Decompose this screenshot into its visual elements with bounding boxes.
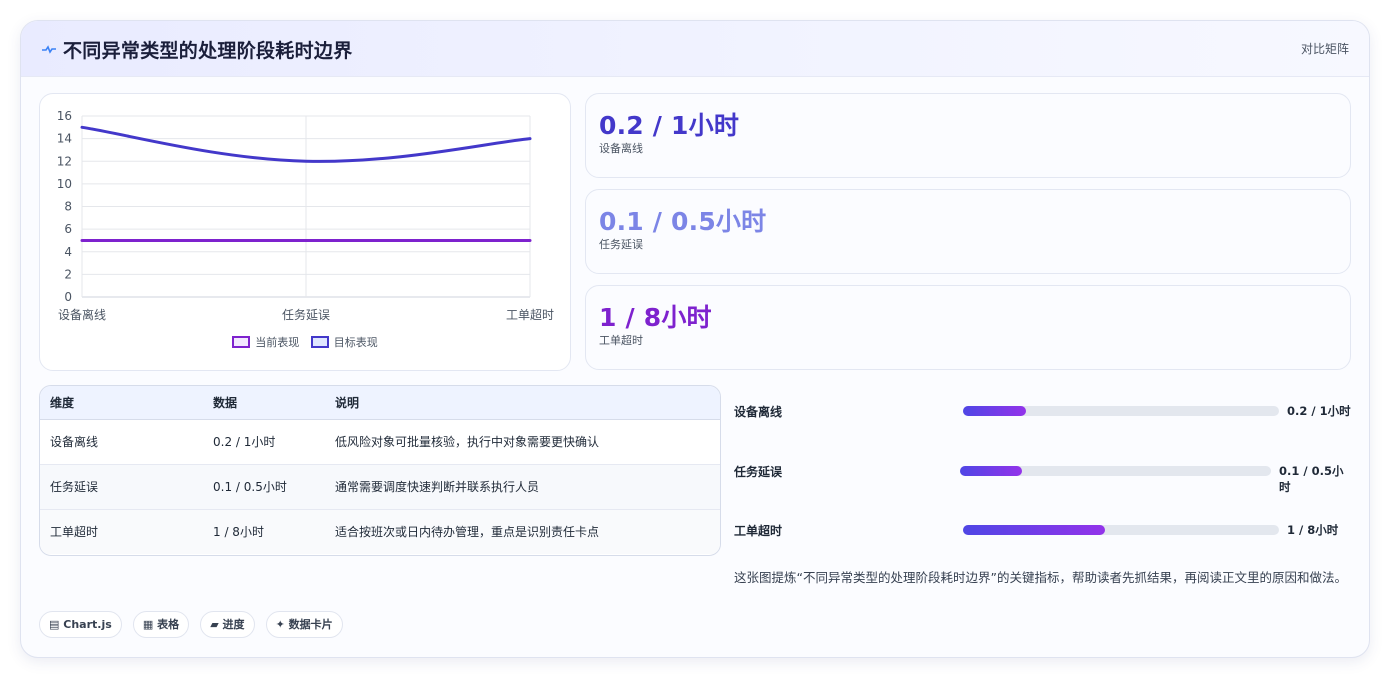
legend-label-current: 当前表现 (255, 336, 300, 349)
table-cell: 适合按班次或日内待办管理，重点是识别责任卡点 (325, 509, 720, 554)
progress-fill (960, 466, 1023, 476)
stat-label: 工单超时 (599, 334, 643, 347)
pulse-icon (42, 45, 56, 54)
progress-icon: ▰ (210, 618, 219, 631)
legend-swatch-target (310, 336, 329, 348)
stat-card-device-offline: 0.2 / 1小时 设备离线 (585, 93, 1351, 178)
line-chart-panel: 0 2 4 6 8 10 12 14 16 设备离线 任务延误 工单超时 当前表现 目标表现 (39, 93, 571, 371)
tag-list: ▤ Chart.js ▦ 表格 ▰ 进度 ✦ 数据卡片 (39, 611, 349, 639)
table-cell: 低风险对象可批量核验，执行中对象需要更快确认 (325, 419, 720, 465)
y-tick-label: 6 (64, 222, 72, 236)
table-cell: 工单超时 (40, 509, 203, 554)
progress-value: 0.1 / 0.5小时 (1279, 464, 1344, 494)
y-tick-label: 12 (57, 154, 72, 168)
progress-label: 任务延误 (734, 465, 783, 479)
dashboard-card: 不同异常类型的处理阶段耗时边界 对比矩阵 0 2 4 6 8 10 12 14 16 设备离线 任务… (20, 20, 1370, 658)
stat-label: 任务延误 (599, 238, 643, 251)
tag-label: 数据卡片 (288, 618, 333, 631)
legend-item-target[interactable]: 目标表现 (310, 334, 378, 350)
x-tick-label: 工单超时 (506, 307, 554, 322)
progress-label: 设备离线 (734, 405, 783, 419)
y-tick-label: 4 (64, 245, 72, 259)
tag-label: 表格 (157, 618, 180, 631)
line-chart: 0 2 4 6 8 10 12 14 16 设备离线 任务延误 工单超时 (57, 109, 554, 322)
stat-card-ticket-timeout: 1 / 8小时 工单超时 (585, 285, 1351, 370)
progress-row-task-delay: 任务延误 0.1 / 0.5小时 (734, 461, 1354, 494)
table-header-description: 说明 (325, 386, 720, 420)
table-cell: 0.1 / 0.5小时 (203, 464, 325, 510)
stat-value: 1 / 8小时 (599, 303, 712, 332)
y-tick-label: 10 (57, 177, 72, 191)
stat-value: 0.2 / 1小时 (599, 111, 740, 140)
summary-note: 这张图提炼“不同异常类型的处理阶段耗时边界”的关键指标，帮助读者先抓结果，再阅读… (734, 570, 1347, 585)
data-table: 维度 数据 说明 设备离线 0.2 / 1小时 低风险对象可批量核验，执行中对象… (39, 385, 721, 556)
table-cell: 任务延误 (40, 464, 203, 510)
progress-track (960, 466, 1271, 476)
sparkle-icon: ✦ (275, 618, 285, 631)
y-tick-label: 14 (57, 132, 72, 146)
progress-fill (963, 525, 1106, 535)
tag-progress[interactable]: ▰ 进度 (200, 611, 255, 638)
table-row: 设备离线 0.2 / 1小时 低风险对象可批量核验，执行中对象需要更快确认 (40, 419, 720, 465)
table-row: 工单超时 1 / 8小时 适合按班次或日内待办管理，重点是识别责任卡点 (40, 509, 720, 554)
page-title: 不同异常类型的处理阶段耗时边界 (63, 40, 353, 62)
x-tick-label: 任务延误 (282, 307, 330, 322)
table-cell: 0.2 / 1小时 (203, 419, 325, 465)
table-row: 任务延误 0.1 / 0.5小时 通常需要调度快速判断并联系执行人员 (40, 464, 720, 510)
tag-label: 进度 (222, 618, 245, 631)
y-tick-label: 16 (57, 109, 72, 123)
table-header-data: 数据 (203, 386, 325, 420)
table-cell: 1 / 8小时 (203, 509, 325, 554)
table-cell: 设备离线 (40, 419, 203, 465)
chart-icon: ▤ (49, 618, 60, 631)
table-icon: ▦ (142, 618, 154, 631)
legend-label-target: 目标表现 (333, 336, 378, 349)
stat-card-task-delay: 0.1 / 0.5小时 任务延误 (585, 189, 1351, 274)
chart-legend: 当前表现 目标表现 (40, 334, 570, 350)
y-tick-label: 0 (64, 290, 72, 304)
progress-label: 工单超时 (734, 524, 783, 538)
table-header-row: 维度 数据 说明 (40, 386, 720, 420)
x-tick-label: 设备离线 (58, 307, 106, 322)
card-header: 不同异常类型的处理阶段耗时边界 对比矩阵 (21, 21, 1369, 77)
compare-matrix-button[interactable]: 对比矩阵 (1301, 40, 1349, 57)
progress-fill (963, 406, 1027, 416)
tag-table[interactable]: ▦ 表格 (132, 611, 190, 638)
tag-chartjs[interactable]: ▤ Chart.js (39, 611, 122, 638)
stat-value: 0.1 / 0.5小时 (599, 207, 767, 236)
tag-data-card[interactable]: ✦ 数据卡片 (265, 611, 343, 638)
table-cell: 通常需要调度快速判断并联系执行人员 (325, 464, 720, 510)
legend-swatch-current (232, 336, 251, 348)
y-tick-label: 2 (64, 267, 72, 281)
table-header-dimension: 维度 (40, 386, 203, 420)
progress-track (963, 406, 1279, 416)
progress-row-ticket-timeout: 工单超时 1 / 8小时 (734, 520, 1354, 540)
progress-track (963, 525, 1279, 535)
stat-label: 设备离线 (599, 142, 643, 155)
y-tick-label: 8 (64, 200, 72, 214)
legend-item-current[interactable]: 当前表现 (232, 334, 299, 350)
progress-value: 1 / 8小时 (1287, 523, 1339, 537)
tag-label: Chart.js (63, 618, 112, 631)
progress-value: 0.2 / 1小时 (1287, 404, 1351, 418)
progress-row-device-offline: 设备离线 0.2 / 1小时 (734, 401, 1354, 421)
